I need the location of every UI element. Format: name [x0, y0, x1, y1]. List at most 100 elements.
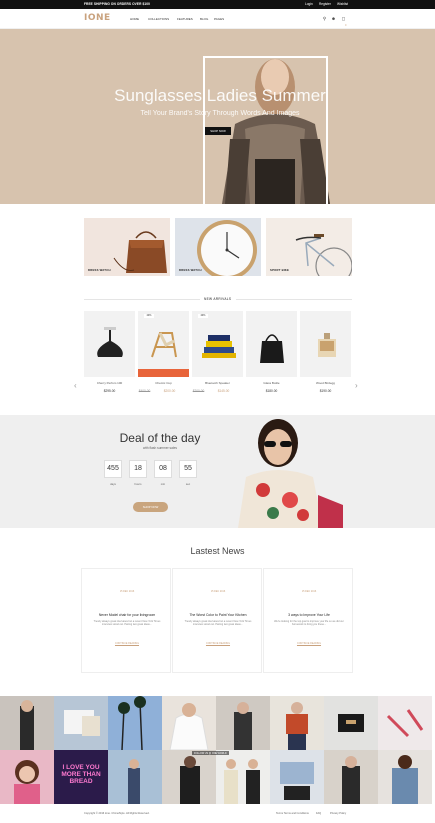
product-image [318, 333, 336, 357]
product-name[interactable]: Cherry Perfum 100 [84, 381, 135, 385]
instagram-photo[interactable]: I LOVE YOU MORE THAN BREAD [54, 750, 108, 804]
countdown-label: days [110, 482, 116, 486]
product-price: $180.00 [265, 389, 278, 393]
instagram-photo[interactable] [324, 696, 378, 750]
hero-shop-button[interactable]: SHOP NOW [205, 127, 231, 135]
product-card[interactable]: 20% [138, 311, 189, 377]
product-image [260, 334, 284, 363]
countdown-label: min [160, 482, 166, 486]
countdown-label: hours [134, 482, 142, 486]
hero-banner: Sunglasses Ladies Summer Tell Your Brand… [0, 29, 435, 204]
product-name[interactable]: Wood Birdegg [300, 381, 351, 385]
instagram-photo[interactable] [0, 696, 54, 750]
hero-title: Sunglasses Ladies Summer [114, 86, 326, 105]
instagram-photo[interactable] [162, 750, 216, 804]
instagram-photo[interactable] [378, 696, 432, 750]
news-excerpt: We're looking for the top goal to improv… [274, 620, 344, 627]
news-title[interactable]: Never Model chair for your livingroom [82, 613, 172, 617]
new-arrivals-heading: NEW ARRIVALS [204, 297, 232, 301]
nav-features[interactable]: FEATURES [177, 17, 193, 21]
add-to-cart-bar[interactable] [138, 369, 189, 377]
cart-icon[interactable]: ◻ [341, 16, 346, 21]
deal-shop-button[interactable]: SHOP NOW [133, 502, 168, 512]
nav-pages[interactable]: PAGES [214, 17, 224, 21]
register-link[interactable]: Register [319, 2, 331, 6]
copyright-text: Copyright © 2016 Ione. ChimeStyle. All R… [84, 812, 150, 815]
deal-title: Deal of the day [119, 431, 201, 445]
product-image [97, 327, 123, 357]
news-date: 15 DEC 2016 [210, 590, 226, 593]
news-card[interactable]: 15 DEC 2016 Never Model chair for your l… [81, 568, 171, 673]
product-card[interactable] [246, 311, 297, 377]
deal-subtitle: with flash summer sales [142, 446, 177, 450]
news-excerpt: Trendy always great interviews but a rec… [93, 620, 161, 627]
nav-collections[interactable]: COLLECTIONS [148, 17, 169, 21]
product-old-price: $400.00 [138, 389, 151, 393]
user-icon[interactable]: ☻ [331, 16, 336, 21]
neon-sign-text: I LOVE YOU MORE THAN BREAD [61, 764, 101, 785]
countdown-hours: 18 [129, 460, 147, 478]
promo-text: FREE SHIPPING ON ORDERS OVER $100 [84, 2, 151, 7]
product-price: $190.00 [319, 389, 332, 393]
news-date: 15 DEC 2016 [119, 590, 135, 593]
chevron-left-icon[interactable]: ‹ [74, 381, 77, 390]
instagram-photo[interactable] [378, 750, 432, 804]
footer-link-privacy[interactable]: Privacy Policy [330, 812, 346, 815]
instagram-photo[interactable] [216, 750, 270, 804]
site-header: IONE HOME COLLECTIONS FEATURES BLOG PAGE… [0, 9, 435, 29]
instagram-photo[interactable] [162, 696, 216, 750]
product-card[interactable] [300, 311, 351, 377]
hero-subtitle: Tell Your Brand's Story Through Words An… [140, 110, 300, 117]
product-name[interactable]: Bluetooth Speaker [192, 381, 243, 385]
instagram-photo[interactable] [54, 696, 108, 750]
instagram-photo[interactable] [270, 750, 324, 804]
product-price: $295.00 [103, 389, 116, 393]
instagram-photo[interactable] [324, 750, 378, 804]
news-date: 15 DEC 2016 [301, 590, 317, 593]
login-link[interactable]: Login [305, 2, 313, 6]
news-title[interactable]: 3 ways to Improve Your Life [264, 613, 354, 617]
product-image [151, 332, 177, 358]
product-card[interactable]: 20% [192, 311, 243, 377]
nav-blog[interactable]: BLOG [200, 17, 208, 21]
nav-home[interactable]: HOME [130, 17, 139, 21]
deal-of-the-day: Deal of the day with flash summer sales … [0, 415, 435, 528]
product-name[interactable]: Glass Bottle [246, 381, 297, 385]
news-card[interactable]: 15 DEC 2016 The Worst Color to Paint You… [172, 568, 262, 673]
category-label: SPORT BIKE [270, 268, 290, 272]
deal-model-image [238, 419, 343, 528]
category-label: DRESS WATCH [88, 268, 111, 272]
read-more-link[interactable]: CONTINUE READING [173, 642, 263, 645]
category-label: DRESS WATCH [179, 268, 202, 272]
instagram-photo[interactable] [270, 696, 324, 750]
instagram-photo[interactable] [0, 750, 54, 804]
news-title[interactable]: The Worst Color to Paint Your Kitchen [173, 613, 263, 617]
product-card[interactable] [84, 311, 135, 377]
instagram-caption: FOLLOW US @ ONE WORLD [192, 751, 229, 755]
footer-link-faq[interactable]: FAQ [316, 812, 321, 815]
top-bar: FREE SHIPPING ON ORDERS OVER $100 Login … [0, 0, 435, 9]
product-name[interactable]: Chemix Cup [138, 381, 189, 385]
product-old-price: $200.00 [192, 389, 205, 393]
product-price: $145.00 [217, 389, 230, 393]
instagram-photo[interactable] [108, 750, 162, 804]
site-footer: Copyright © 2016 Ione. ChimeStyle. All R… [0, 806, 435, 823]
news-card[interactable]: 15 DEC 2016 3 ways to Improve Your Life … [263, 568, 353, 673]
category-banner-bag[interactable]: DRESS WATCH [84, 218, 170, 276]
read-more-link[interactable]: CONTINUE READING [264, 642, 354, 645]
instagram-photo[interactable] [108, 696, 162, 750]
divider [236, 299, 352, 300]
product-image [202, 335, 236, 358]
read-more-link[interactable]: CONTINUE READING [82, 642, 172, 645]
instagram-photo[interactable] [216, 696, 270, 750]
logo[interactable]: IONE [84, 13, 111, 23]
news-heading: Lastest News [190, 546, 245, 556]
countdown-days: 455 [104, 460, 122, 478]
category-banner-bike[interactable]: SPORT BIKE [266, 218, 352, 276]
countdown-label: sec [185, 482, 191, 486]
footer-link-terms[interactable]: Terms Terms and Conditions [276, 812, 309, 815]
search-icon[interactable]: ⚲ [322, 16, 327, 21]
category-banner-watch[interactable]: DRESS WATCH [175, 218, 261, 276]
wishlist-link[interactable]: Wishlist [337, 2, 348, 6]
chevron-right-icon[interactable]: › [355, 381, 358, 390]
